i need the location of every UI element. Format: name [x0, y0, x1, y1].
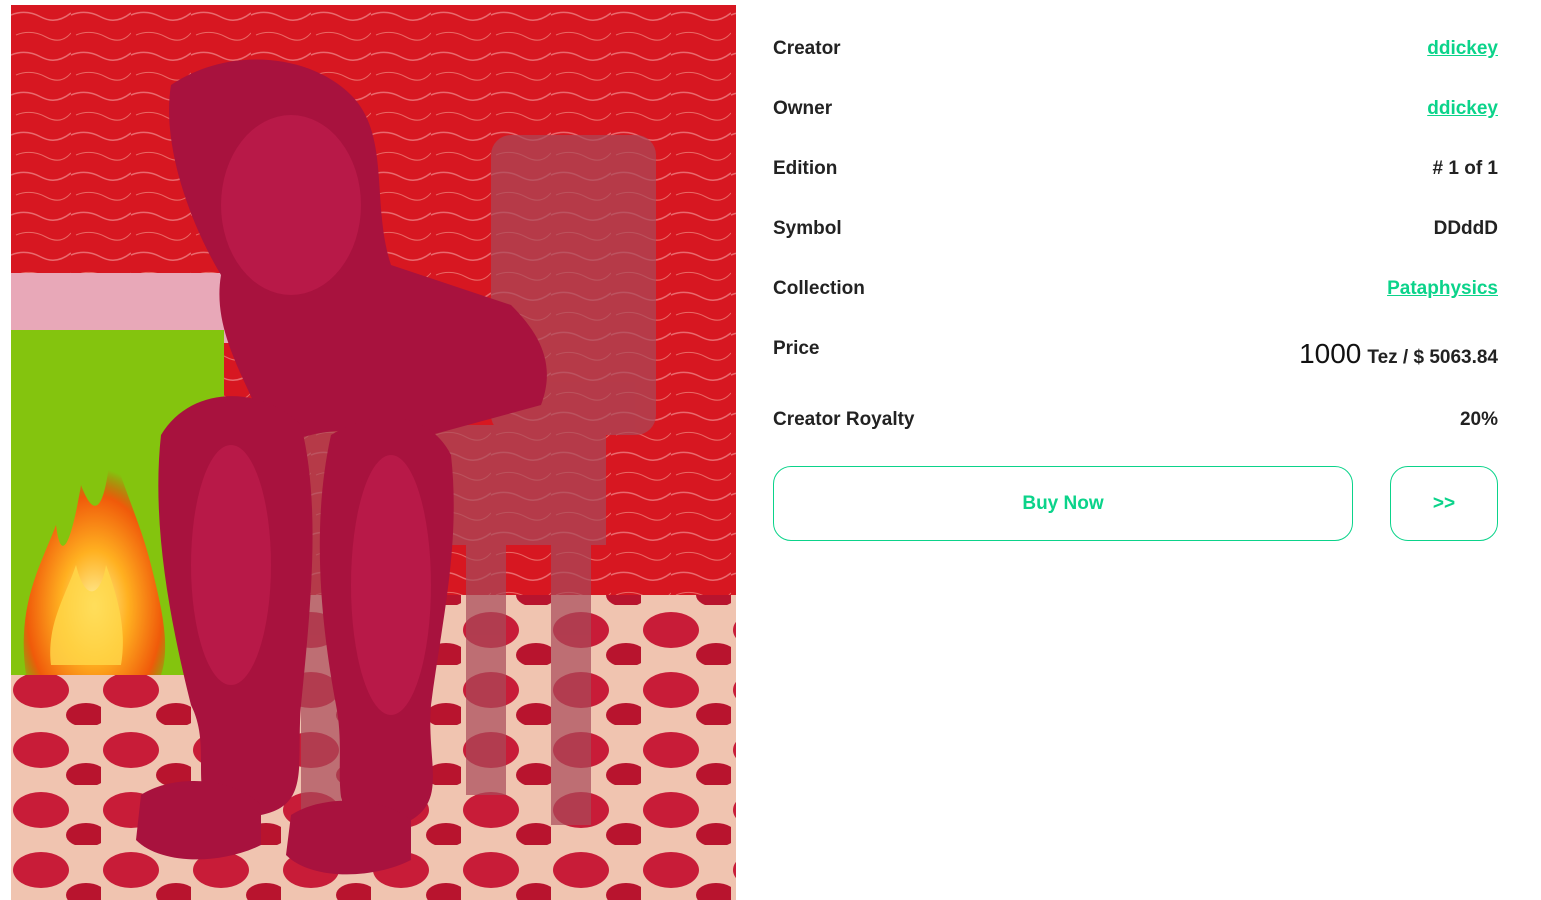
price-amount: 1000: [1299, 338, 1362, 369]
creator-label: Creator: [773, 38, 841, 59]
token-details: Creator ddickey Owner ddickey Edition # …: [773, 0, 1498, 900]
price-row: Price 1000 Tez / $ 5063.84: [773, 338, 1498, 370]
owner-row: Owner ddickey: [773, 98, 1498, 120]
buy-now-button[interactable]: Buy Now: [773, 466, 1353, 541]
price-label: Price: [773, 338, 820, 359]
owner-link[interactable]: ddickey: [1427, 98, 1498, 120]
symbol-row: Symbol DDddD: [773, 218, 1498, 240]
artwork-illustration: [11, 5, 736, 900]
collection-link[interactable]: Pataphysics: [1387, 278, 1498, 300]
symbol-label: Symbol: [773, 218, 842, 239]
creator-link[interactable]: ddickey: [1427, 38, 1498, 60]
royalty-row: Creator Royalty 20%: [773, 409, 1498, 431]
artwork-image[interactable]: [11, 5, 736, 900]
price-conversion: Tez / $ 5063.84: [1367, 347, 1498, 368]
edition-label: Edition: [773, 158, 838, 179]
creator-row: Creator ddickey: [773, 38, 1498, 60]
collection-label: Collection: [773, 278, 865, 299]
owner-label: Owner: [773, 98, 833, 119]
royalty-label: Creator Royalty: [773, 409, 915, 430]
more-button[interactable]: >>: [1390, 466, 1498, 541]
edition-row: Edition # 1 of 1: [773, 158, 1498, 180]
nft-detail-page: Creator ddickey Owner ddickey Edition # …: [0, 0, 1541, 900]
symbol-value: DDddD: [1433, 218, 1498, 239]
royalty-value: 20%: [1459, 409, 1498, 430]
edition-value: # 1 of 1: [1432, 158, 1498, 179]
collection-row: Collection Pataphysics: [773, 278, 1498, 300]
price-value: 1000 Tez / $ 5063.84: [1299, 338, 1498, 370]
